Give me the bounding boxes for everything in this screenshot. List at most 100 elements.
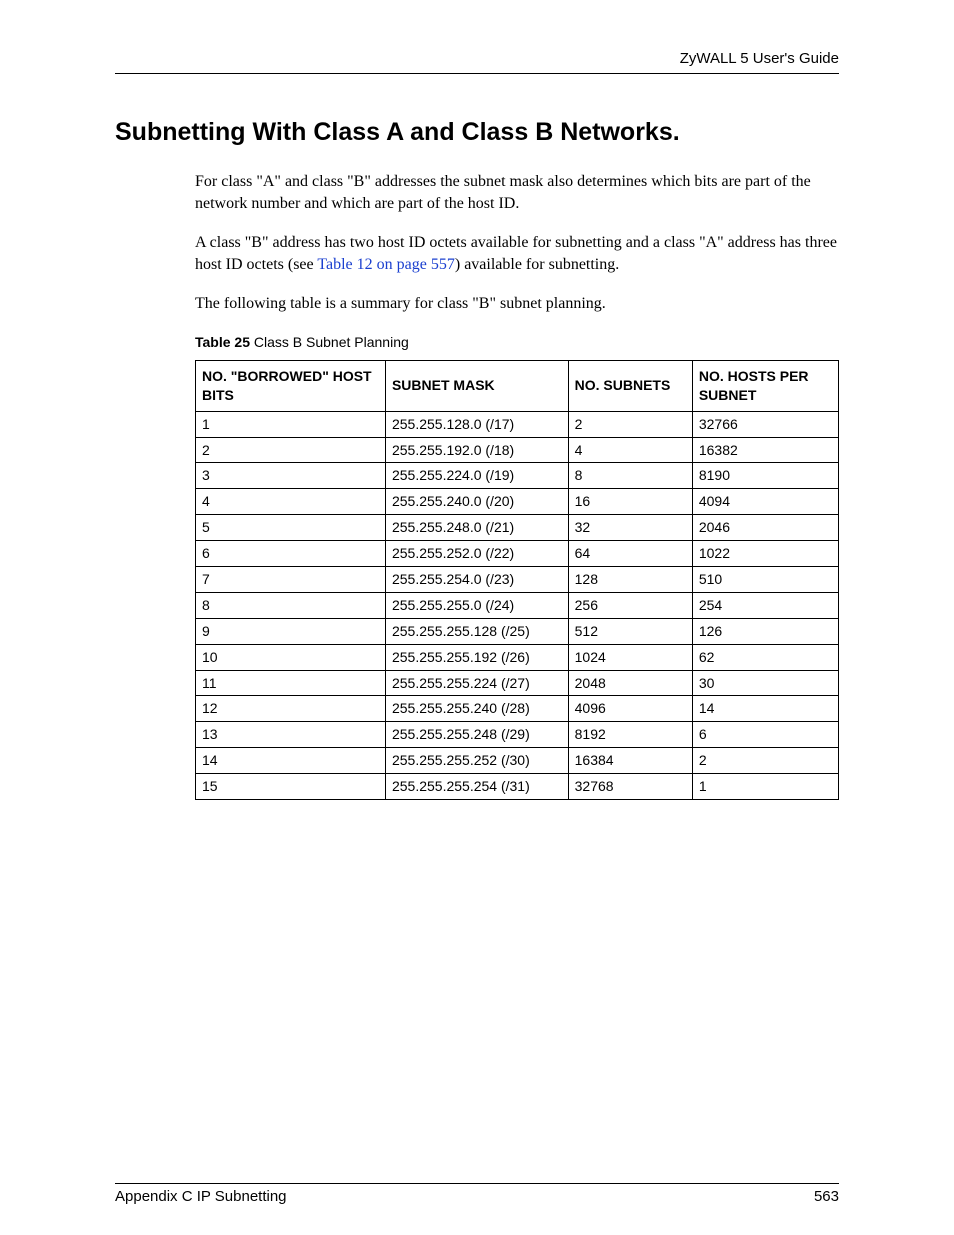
cell-mask: 255.255.224.0 (/19) — [385, 463, 568, 489]
cell-subnets: 256 — [568, 592, 692, 618]
cell-subnets: 8192 — [568, 722, 692, 748]
table-row: 5255.255.248.0 (/21)322046 — [196, 515, 839, 541]
footer-left: Appendix C IP Subnetting — [115, 1188, 287, 1205]
cell-subnets: 8 — [568, 463, 692, 489]
table-row: 6255.255.252.0 (/22)641022 — [196, 541, 839, 567]
cell-hosts: 1 — [692, 774, 838, 800]
cell-bits: 11 — [196, 670, 386, 696]
cell-bits: 7 — [196, 566, 386, 592]
top-rule — [115, 73, 839, 74]
cell-mask: 255.255.254.0 (/23) — [385, 566, 568, 592]
cell-mask: 255.255.192.0 (/18) — [385, 437, 568, 463]
cell-hosts: 126 — [692, 618, 838, 644]
para2-post: ) available for subnetting. — [455, 256, 619, 273]
cell-subnets: 16384 — [568, 748, 692, 774]
table-header-row: NO. "BORROWED" HOST BITS SUBNET MASK NO.… — [196, 360, 839, 411]
cell-bits: 2 — [196, 437, 386, 463]
cell-mask: 255.255.255.0 (/24) — [385, 592, 568, 618]
cell-bits: 6 — [196, 541, 386, 567]
spacer — [115, 800, 839, 1183]
table-row: 2255.255.192.0 (/18)416382 — [196, 437, 839, 463]
cell-subnets: 2048 — [568, 670, 692, 696]
cell-bits: 10 — [196, 644, 386, 670]
table-row: 11255.255.255.224 (/27)204830 — [196, 670, 839, 696]
cell-mask: 255.255.255.248 (/29) — [385, 722, 568, 748]
cell-mask: 255.255.255.192 (/26) — [385, 644, 568, 670]
cell-hosts: 510 — [692, 566, 838, 592]
cell-hosts: 14 — [692, 696, 838, 722]
cell-bits: 15 — [196, 774, 386, 800]
cell-subnets: 32 — [568, 515, 692, 541]
section-title: Subnetting With Class A and Class B Netw… — [115, 118, 839, 147]
cell-mask: 255.255.255.252 (/30) — [385, 748, 568, 774]
cell-bits: 4 — [196, 489, 386, 515]
subnet-table: NO. "BORROWED" HOST BITS SUBNET MASK NO.… — [195, 360, 839, 800]
bottom-rule — [115, 1183, 839, 1184]
body-content: For class "A" and class "B" addresses th… — [195, 171, 839, 800]
table-row: 7255.255.254.0 (/23)128510 — [196, 566, 839, 592]
doc-guide-title: ZyWALL 5 User's Guide — [115, 50, 839, 67]
table-row: 4255.255.240.0 (/20)164094 — [196, 489, 839, 515]
cell-subnets: 16 — [568, 489, 692, 515]
th-mask: SUBNET MASK — [385, 360, 568, 411]
cell-mask: 255.255.255.224 (/27) — [385, 670, 568, 696]
cell-hosts: 1022 — [692, 541, 838, 567]
cell-hosts: 16382 — [692, 437, 838, 463]
table-row: 3255.255.224.0 (/19)88190 — [196, 463, 839, 489]
th-subnets: NO. SUBNETS — [568, 360, 692, 411]
table-row: 9255.255.255.128 (/25)512126 — [196, 618, 839, 644]
page: ZyWALL 5 User's Guide Subnetting With Cl… — [0, 0, 954, 1235]
paragraph-1: For class "A" and class "B" addresses th… — [195, 171, 839, 214]
header-area: ZyWALL 5 User's Guide — [115, 50, 839, 82]
cell-subnets: 512 — [568, 618, 692, 644]
cell-hosts: 4094 — [692, 489, 838, 515]
cell-subnets: 1024 — [568, 644, 692, 670]
footer-page-number: 563 — [814, 1188, 839, 1205]
cell-mask: 255.255.240.0 (/20) — [385, 489, 568, 515]
table-row: 14255.255.255.252 (/30)163842 — [196, 748, 839, 774]
cell-mask: 255.255.128.0 (/17) — [385, 411, 568, 437]
paragraph-3: The following table is a summary for cla… — [195, 293, 839, 315]
table-row: 1255.255.128.0 (/17)232766 — [196, 411, 839, 437]
cell-subnets: 32768 — [568, 774, 692, 800]
cell-mask: 255.255.248.0 (/21) — [385, 515, 568, 541]
cell-hosts: 8190 — [692, 463, 838, 489]
th-bits: NO. "BORROWED" HOST BITS — [196, 360, 386, 411]
table-row: 13255.255.255.248 (/29)81926 — [196, 722, 839, 748]
table-caption-label: Table 25 — [195, 334, 250, 350]
cell-subnets: 2 — [568, 411, 692, 437]
cell-mask: 255.255.255.254 (/31) — [385, 774, 568, 800]
cell-subnets: 128 — [568, 566, 692, 592]
cell-bits: 14 — [196, 748, 386, 774]
cell-subnets: 4096 — [568, 696, 692, 722]
table-row: 10255.255.255.192 (/26)102462 — [196, 644, 839, 670]
table-caption-text: Class B Subnet Planning — [250, 334, 409, 350]
cell-hosts: 32766 — [692, 411, 838, 437]
th-hosts: NO. HOSTS PER SUBNET — [692, 360, 838, 411]
table-caption: Table 25 Class B Subnet Planning — [195, 333, 839, 352]
cell-hosts: 2 — [692, 748, 838, 774]
cell-hosts: 62 — [692, 644, 838, 670]
cell-bits: 3 — [196, 463, 386, 489]
footer-area: Appendix C IP Subnetting 563 — [115, 1183, 839, 1205]
cell-mask: 255.255.255.128 (/25) — [385, 618, 568, 644]
doc-footer: Appendix C IP Subnetting 563 — [115, 1188, 839, 1205]
cell-bits: 12 — [196, 696, 386, 722]
cell-mask: 255.255.255.240 (/28) — [385, 696, 568, 722]
cell-hosts: 30 — [692, 670, 838, 696]
cell-bits: 1 — [196, 411, 386, 437]
table-row: 15255.255.255.254 (/31)327681 — [196, 774, 839, 800]
table-row: 12255.255.255.240 (/28)409614 — [196, 696, 839, 722]
cell-mask: 255.255.252.0 (/22) — [385, 541, 568, 567]
cell-hosts: 2046 — [692, 515, 838, 541]
cell-bits: 13 — [196, 722, 386, 748]
cross-reference-link[interactable]: Table 12 on page 557 — [317, 256, 455, 273]
paragraph-2: A class "B" address has two host ID octe… — [195, 232, 839, 275]
cell-bits: 9 — [196, 618, 386, 644]
cell-bits: 5 — [196, 515, 386, 541]
cell-hosts: 254 — [692, 592, 838, 618]
cell-hosts: 6 — [692, 722, 838, 748]
table-row: 8255.255.255.0 (/24)256254 — [196, 592, 839, 618]
cell-subnets: 4 — [568, 437, 692, 463]
cell-bits: 8 — [196, 592, 386, 618]
